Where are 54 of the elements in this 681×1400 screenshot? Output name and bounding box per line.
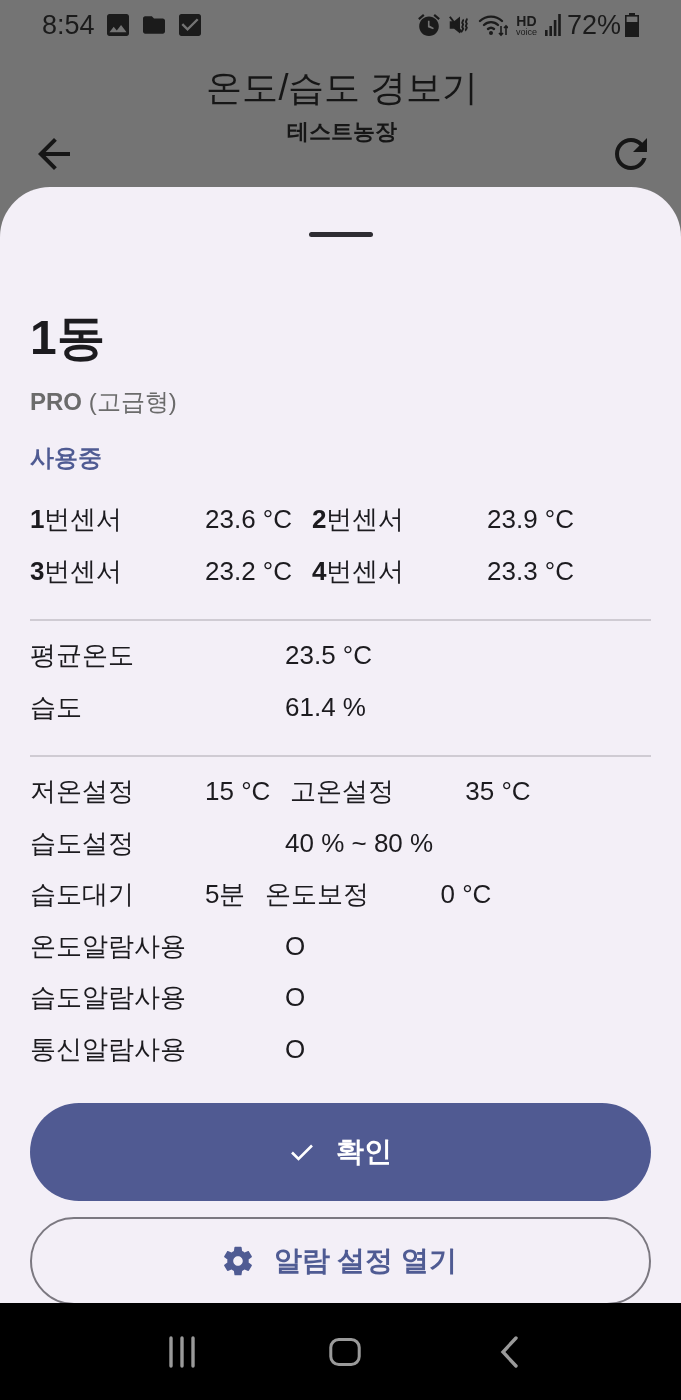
back-arrow-icon xyxy=(38,138,70,170)
field-label: 온도알람사용 xyxy=(30,929,187,963)
back-button[interactable] xyxy=(38,138,70,170)
field-label: 온도보정 xyxy=(265,878,371,912)
field-label: 습도대기 xyxy=(30,878,135,912)
folder-icon xyxy=(142,14,165,36)
wifi-icon xyxy=(477,13,508,37)
field-label: 고온설정 xyxy=(290,775,396,809)
gear-icon xyxy=(223,1246,252,1276)
field-value: 0 °C xyxy=(440,879,492,911)
field-label: 2번센서 xyxy=(312,503,406,537)
checkbox-icon xyxy=(178,14,201,36)
confirm-button[interactable]: 확인 xyxy=(30,1103,651,1201)
field-label: 4번센서 xyxy=(312,554,406,588)
field-value: O xyxy=(285,982,306,1014)
battery-icon xyxy=(625,13,639,37)
battery-percent: 72% xyxy=(566,9,621,41)
refresh-icon xyxy=(615,138,647,170)
field-label: 습도알람사용 xyxy=(30,981,187,1015)
field-value: O xyxy=(285,1033,306,1065)
field-value: 23.3 °C xyxy=(487,555,575,587)
refresh-button[interactable] xyxy=(615,138,647,170)
signal-icon xyxy=(544,14,561,36)
field-value: 23.5 °C xyxy=(285,640,372,672)
field-value: O xyxy=(285,930,306,962)
check-icon xyxy=(289,1143,314,1161)
field-value: 61.4 % xyxy=(285,691,366,723)
status-time: 8:54 xyxy=(42,9,95,41)
field-label: 습도 xyxy=(30,690,83,724)
field-value: 23.6 °C xyxy=(205,504,292,536)
field-value: 35 °C xyxy=(465,776,531,808)
home-icon[interactable] xyxy=(329,1335,362,1368)
field-label: 3번센서 xyxy=(30,554,124,588)
field-label: 평균온도 xyxy=(30,639,135,673)
field-value: 23.2 °C xyxy=(205,555,292,587)
alarm-clock-icon xyxy=(417,14,440,36)
model-label: PRO (고급형) xyxy=(30,387,177,417)
field-label: 습도설정 xyxy=(30,826,135,860)
sheet-title: 1동 xyxy=(30,310,105,366)
status-label: 사용중 xyxy=(30,443,102,473)
field-label: 통신알람사용 xyxy=(30,1032,187,1066)
image-icon xyxy=(106,14,129,36)
field-label: 저온설정 xyxy=(30,775,135,809)
field-value: 23.9 °C xyxy=(487,504,575,536)
field-value: 15 °C xyxy=(205,776,271,808)
app-title: 온도/습도 경보기 xyxy=(206,66,479,110)
hd-label: HD xyxy=(516,13,537,28)
field-value: 40 % ~ 80 % xyxy=(285,827,434,859)
field-value: 5분 xyxy=(205,878,246,912)
app-subtitle: 테스트농장 xyxy=(287,118,398,146)
voice-label: voice xyxy=(515,27,537,37)
field-label: 1번센서 xyxy=(30,503,124,537)
drag-handle[interactable] xyxy=(308,232,373,237)
muted-speaker-icon xyxy=(447,14,470,36)
